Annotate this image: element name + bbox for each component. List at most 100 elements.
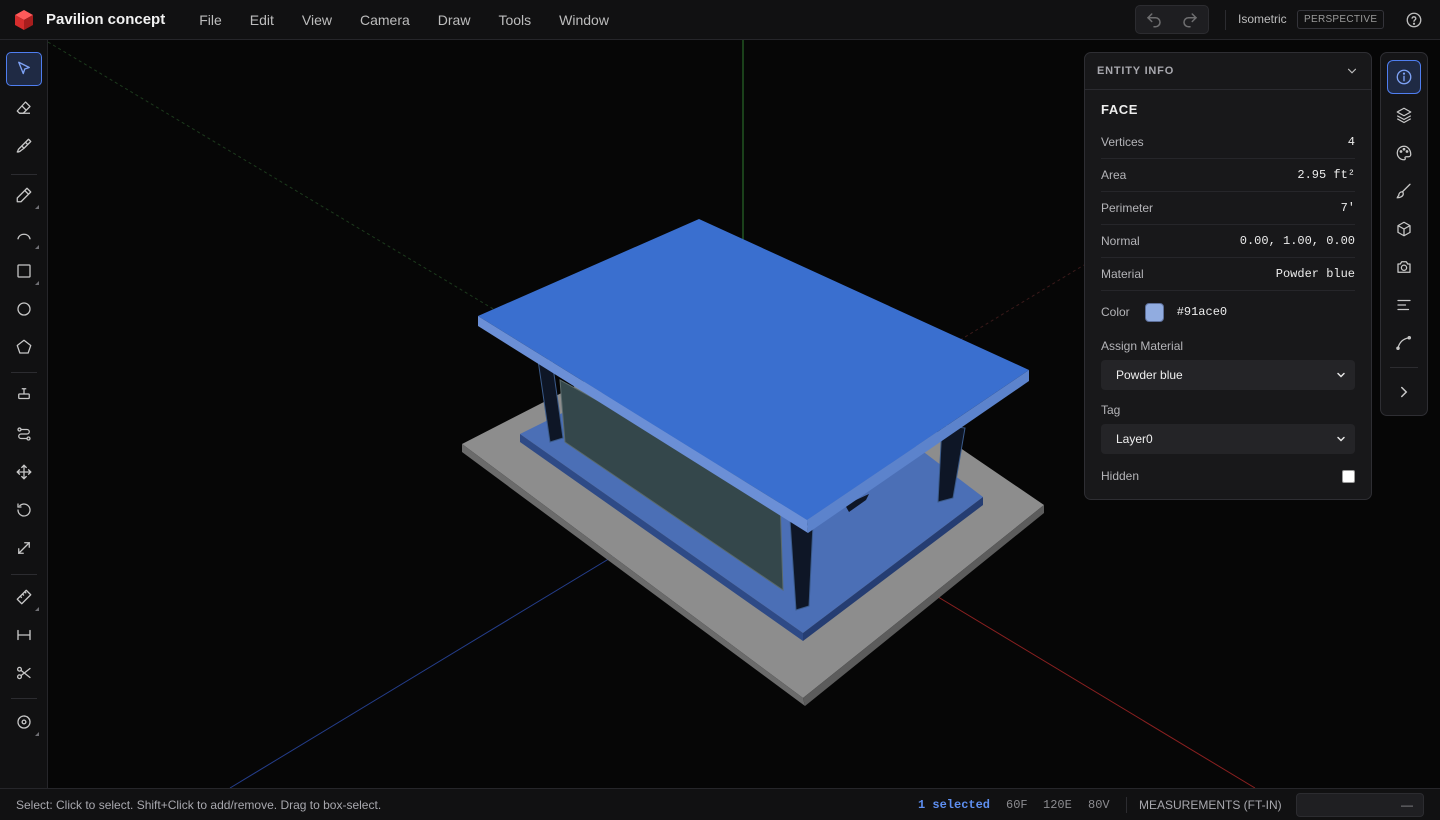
chevron-right-icon <box>1401 386 1408 398</box>
edge-count: 120E <box>1043 798 1072 812</box>
arc-icon <box>17 233 31 240</box>
projection-badge[interactable]: PERSPECTIVE <box>1297 10 1385 29</box>
tool-paint-bucket[interactable] <box>6 129 42 163</box>
right-panel-rail <box>1380 52 1428 416</box>
tool-eraser[interactable] <box>6 91 42 125</box>
hidden-checkbox[interactable] <box>1342 469 1355 483</box>
submenu-indicator <box>35 281 39 285</box>
selection-count: 1 selected <box>918 798 991 812</box>
tool-push-pull[interactable] <box>6 377 42 411</box>
measurements-input[interactable]: — <box>1296 793 1424 817</box>
tool-polygon[interactable] <box>6 330 42 364</box>
chevron-down-icon[interactable] <box>1345 64 1359 78</box>
prop-row-material: Material Powder blue <box>1101 258 1355 291</box>
dimension-icon <box>17 629 31 641</box>
tool-move[interactable] <box>6 455 42 489</box>
prop-value: Powder blue <box>1275 267 1355 281</box>
red-axis-dashed <box>959 264 1085 341</box>
eraser-icon <box>16 101 31 114</box>
tool-section-cut[interactable] <box>6 656 42 690</box>
color-swatch[interactable] <box>1144 302 1164 322</box>
panel-title: ENTITY INFO <box>1097 65 1175 77</box>
rail-entity-info[interactable] <box>1387 60 1421 94</box>
brush-icon <box>1396 183 1411 199</box>
tool-follow-me[interactable] <box>6 417 42 451</box>
color-row: Color #91ace0 <box>1101 301 1355 323</box>
color-hex-value: #91ace0 <box>1176 305 1228 319</box>
prop-value: 7' <box>1340 201 1355 215</box>
tool-circle[interactable] <box>6 292 42 326</box>
tool-line[interactable] <box>6 178 42 212</box>
red-cube-logo-icon <box>15 9 33 30</box>
panel-header[interactable]: ENTITY INFO <box>1085 53 1371 90</box>
tape-measure-icon <box>16 589 32 605</box>
menu-file[interactable]: File <box>185 0 236 40</box>
scale-icon <box>18 542 30 554</box>
menu-view[interactable]: View <box>288 0 346 40</box>
push-pull-icon <box>18 388 30 400</box>
assign-material-select[interactable]: Powder blue <box>1101 360 1355 390</box>
tool-divider <box>11 698 37 699</box>
tool-arc[interactable] <box>6 218 42 252</box>
menu-window[interactable]: Window <box>545 0 623 40</box>
align-left-icon <box>1397 299 1411 311</box>
main-menu: File Edit View Camera Draw Tools Window <box>185 0 623 40</box>
tool-select[interactable] <box>6 52 42 86</box>
move-icon <box>16 464 32 480</box>
rail-materials[interactable] <box>1387 136 1421 170</box>
undo-icon[interactable] <box>1145 11 1163 29</box>
tool-dimension[interactable] <box>6 618 42 652</box>
entity-info-panel: ENTITY INFO FACE Vertices 4 Area 2.95 ft… <box>1084 52 1372 500</box>
prop-value: 4 <box>1347 135 1355 149</box>
menu-camera[interactable]: Camera <box>346 0 424 40</box>
rail-expand[interactable] <box>1387 375 1421 409</box>
vertex-count: 80V <box>1088 798 1110 812</box>
menu-tools[interactable]: Tools <box>484 0 545 40</box>
circle-icon <box>17 302 31 316</box>
status-divider <box>1126 797 1127 813</box>
tool-scale[interactable] <box>6 531 42 565</box>
measurements-value: — <box>1401 798 1413 812</box>
tool-orbit[interactable] <box>6 705 42 739</box>
status-hint: Select: Click to select. Shift+Click to … <box>16 798 382 812</box>
assign-material-label: Assign Material <box>1101 339 1184 353</box>
menu-draw[interactable]: Draw <box>424 0 485 40</box>
blue-axis-line <box>229 539 641 788</box>
layers-icon <box>1396 107 1412 124</box>
toolbar-divider <box>1225 10 1226 30</box>
entity-type: FACE <box>1101 102 1139 117</box>
rail-components[interactable] <box>1387 212 1421 246</box>
tag-select[interactable]: Layer0 <box>1101 424 1355 454</box>
face-count: 60F <box>1006 798 1028 812</box>
hidden-row: Hidden <box>1101 467 1355 485</box>
scissors-icon <box>16 666 31 680</box>
prop-row-perimeter: Perimeter 7' <box>1101 192 1355 225</box>
rail-scenes[interactable] <box>1387 250 1421 284</box>
tool-rectangle[interactable] <box>6 254 42 288</box>
submenu-indicator <box>35 732 39 736</box>
tool-rotate[interactable] <box>6 493 42 527</box>
rail-styles[interactable] <box>1387 174 1421 208</box>
camera-icon <box>1397 261 1411 273</box>
tag-label: Tag <box>1101 403 1121 417</box>
prop-label: Perimeter <box>1101 201 1154 215</box>
submenu-indicator <box>35 245 39 249</box>
hidden-label: Hidden <box>1101 469 1140 483</box>
prop-label: Material <box>1101 267 1144 281</box>
rail-layers[interactable] <box>1387 98 1421 132</box>
redo-icon[interactable] <box>1181 11 1199 29</box>
tool-divider <box>11 174 37 175</box>
chevron-down-icon <box>1337 436 1345 442</box>
rail-outliner[interactable] <box>1387 288 1421 322</box>
color-label: Color <box>1101 305 1130 319</box>
rail-curves[interactable] <box>1387 326 1421 360</box>
help-icon[interactable] <box>1405 11 1423 29</box>
prop-value: 0.00, 1.00, 0.00 <box>1239 234 1355 248</box>
menu-edit[interactable]: Edit <box>236 0 288 40</box>
select-arrow-icon <box>18 61 30 75</box>
red-axis-line <box>889 567 1256 788</box>
tool-tape-measure[interactable] <box>6 580 42 614</box>
submenu-indicator <box>35 607 39 611</box>
prop-label: Area <box>1101 168 1127 182</box>
view-name[interactable]: Isometric <box>1238 12 1287 26</box>
